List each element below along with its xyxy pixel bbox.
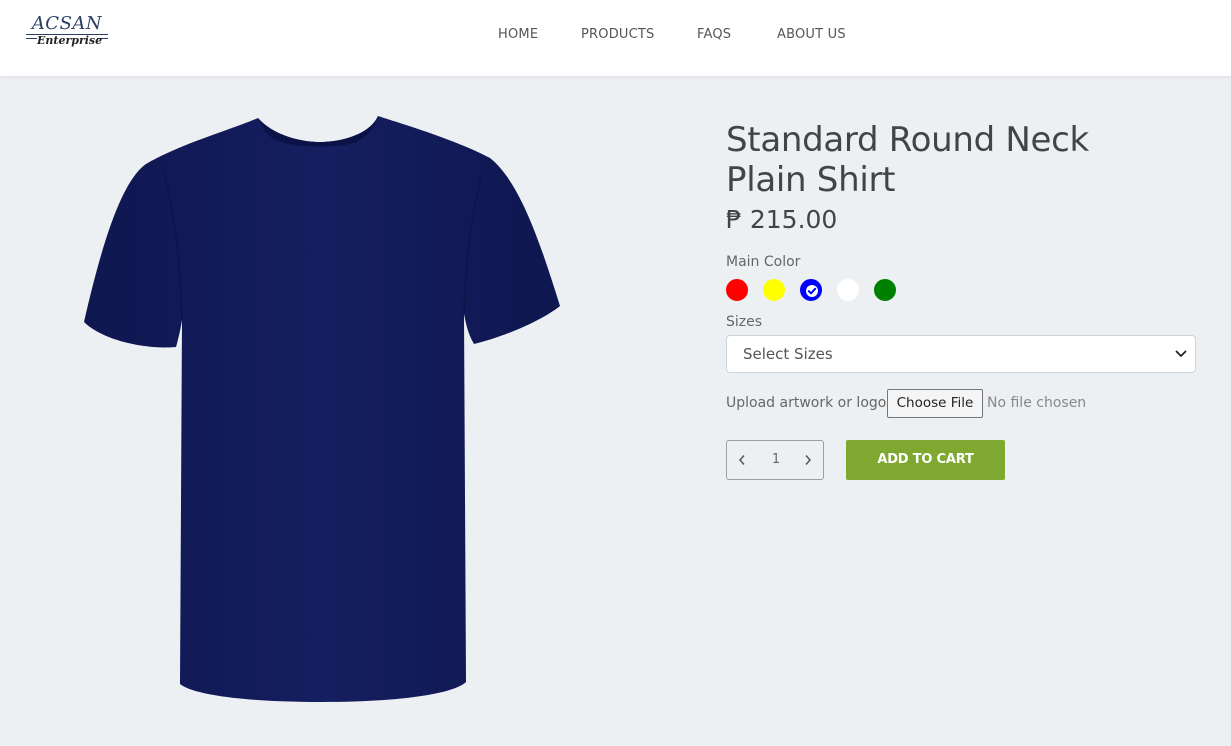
product-price: ₱ 215.00 — [726, 205, 838, 234]
product-title: Standard Round Neck Plain Shirt — [726, 120, 1196, 200]
quantity-stepper: 1 — [726, 440, 824, 480]
product-title-line2: Plain Shirt — [726, 160, 896, 200]
upload-row: Upload artwork or logo Choose File No fi… — [726, 389, 1196, 419]
sizes-select[interactable]: Select Sizes — [726, 335, 1196, 373]
chevron-left-icon[interactable] — [738, 454, 746, 466]
swatch-white[interactable] — [837, 279, 860, 301]
choose-file-button[interactable]: Choose File — [887, 389, 983, 418]
sizes-select-value: Select Sizes — [743, 345, 833, 363]
swatch-green[interactable] — [874, 279, 897, 301]
check-icon — [806, 285, 819, 297]
main-nav: HOME PRODUCTS FAQS ABOUT US — [0, 27, 1231, 47]
color-swatches — [726, 279, 1196, 303]
nav-about-us[interactable]: ABOUT US — [777, 27, 846, 42]
quantity-value[interactable]: 1 — [757, 452, 795, 467]
cart-row: 1 ADD TO CART — [726, 440, 1196, 480]
product-details: Standard Round Neck Plain Shirt ₱ 215.00… — [726, 120, 1196, 480]
nav-products[interactable]: PRODUCTS — [581, 27, 655, 42]
site-header: ACSAN Enterprise HOME PRODUCTS FAQS ABOU… — [0, 0, 1231, 76]
swatch-blue[interactable] — [800, 279, 823, 301]
file-status: No file chosen — [987, 395, 1087, 411]
sizes-label: Sizes — [726, 314, 763, 330]
swatch-red[interactable] — [726, 279, 748, 301]
product-image — [80, 112, 566, 706]
nav-faqs[interactable]: FAQS — [697, 27, 731, 42]
chevron-down-icon — [1175, 350, 1187, 357]
upload-label: Upload artwork or logo — [726, 395, 887, 411]
product-title-line1: Standard Round Neck — [726, 120, 1089, 160]
tshirt-image — [84, 116, 560, 702]
main-color-label: Main Color — [726, 254, 801, 270]
swatch-yellow[interactable] — [763, 279, 786, 301]
nav-home[interactable]: HOME — [498, 27, 538, 42]
chevron-right-icon[interactable] — [804, 454, 812, 466]
add-to-cart-button[interactable]: ADD TO CART — [846, 440, 1005, 480]
